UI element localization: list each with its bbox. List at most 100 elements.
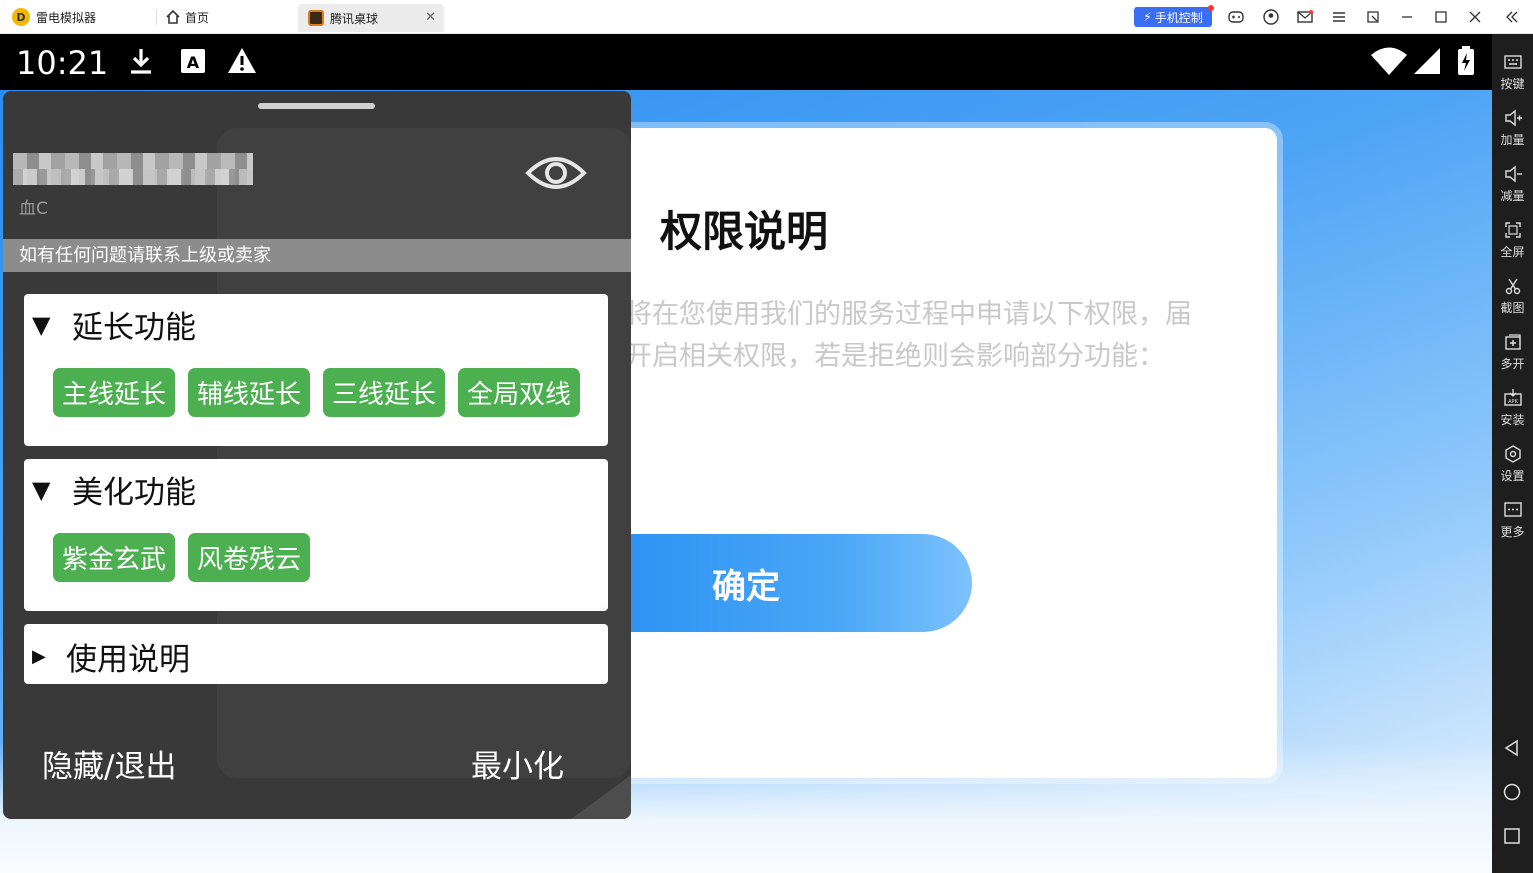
minimize-icon[interactable] [1398, 8, 1416, 26]
status-time: 10:21 [16, 44, 109, 82]
section-beautify: ▼ 美化功能 紫金玄武 风卷残云 [24, 459, 608, 611]
chip-global-double-line[interactable]: 全局双线 [458, 368, 581, 417]
font-a-icon: A [181, 49, 205, 73]
drag-handle[interactable] [258, 103, 375, 109]
emulator-sidebar: 按键 加量 减量 全屏 截图 多开 APK 安装 设置 更多 [1492, 34, 1533, 873]
wifi-icon [1371, 47, 1407, 75]
volume-down-icon [1504, 165, 1522, 183]
section-beautify-header[interactable]: ▼ 美化功能 [32, 467, 196, 512]
close-window-icon[interactable] [1466, 8, 1484, 26]
restore-window-icon[interactable] [1364, 8, 1382, 26]
tab-divider [156, 9, 157, 25]
dialog-title: 权限说明 [660, 207, 829, 256]
sidebar-item-fullscreen[interactable]: 全屏 [1492, 214, 1533, 264]
pixelated-subtitle [13, 169, 253, 185]
nav-recents-icon[interactable] [1502, 826, 1522, 846]
extend-chip-row: 主线延长 辅线延长 三线延长 全局双线 [53, 368, 581, 417]
section-extend-title: 延长功能 [72, 310, 196, 346]
fullscreen-icon [1504, 222, 1521, 238]
lightning-icon: ⚡ [1143, 10, 1152, 24]
resize-corner[interactable] [571, 775, 631, 819]
notification-dot [1208, 5, 1214, 11]
svg-text:A: A [187, 53, 200, 72]
dialog-text-line2: 开启相关权限，若是拒绝则会影响部分功能： [625, 341, 1165, 372]
tab-active-label: 腾讯桌球 [330, 11, 379, 26]
sidebar-label: 更多 [1500, 525, 1525, 539]
chip-aux-line-extend[interactable]: 辅线延长 [188, 368, 311, 417]
tab-tencent-billiards[interactable]: 腾讯桌球 ✕ [298, 4, 444, 32]
minimize-button[interactable]: 最小化 [471, 741, 564, 786]
warning-icon [228, 48, 256, 73]
ldplayer-logo-icon: D [12, 8, 30, 26]
section-extend: ▼ 延长功能 主线延长 辅线延长 三线延长 全局双线 [24, 294, 608, 446]
gear-icon [1504, 445, 1521, 463]
sidebar-label: 全屏 [1500, 245, 1525, 259]
expanded-arrow-icon: ▼ [32, 475, 51, 504]
home-icon [166, 10, 180, 24]
support-notice: 如有任何问题请联系上级或卖家 [3, 239, 631, 272]
billiards-app-icon [308, 10, 324, 26]
blood-label: 血C [19, 199, 48, 219]
sidebar-label: 多开 [1500, 357, 1525, 371]
apk-install-icon: APK [1503, 389, 1522, 406]
tab-home-label: 首页 [185, 10, 210, 25]
section-instructions-header[interactable]: ▶ 使用说明 [32, 634, 190, 679]
mail-icon[interactable] [1296, 8, 1314, 26]
svg-text:APK: APK [1508, 399, 1518, 405]
chip-purple-gold[interactable]: 紫金玄武 [53, 533, 176, 582]
volume-up-icon [1504, 109, 1522, 127]
phone-control-button[interactable]: ⚡ 手机控制 [1134, 5, 1214, 27]
close-tab-icon[interactable]: ✕ [425, 10, 436, 25]
chip-triple-line-extend[interactable]: 三线延长 [323, 368, 446, 417]
section-beautify-title: 美化功能 [72, 475, 196, 511]
sidebar-label: 截图 [1500, 301, 1525, 315]
chip-whirlwind[interactable]: 风卷残云 [188, 533, 311, 582]
user-icon[interactable] [1262, 8, 1280, 26]
eye-icon[interactable] [525, 147, 587, 199]
sidebar-item-volume-up[interactable]: 加量 [1492, 102, 1533, 152]
tab-home[interactable]: 首页 [166, 7, 209, 27]
maximize-icon[interactable] [1432, 8, 1450, 26]
sidebar-item-more[interactable]: 更多 [1492, 494, 1533, 544]
sidebar-item-multi[interactable]: 多开 [1492, 326, 1533, 376]
sidebar-label: 减量 [1500, 189, 1525, 203]
menu-icon[interactable] [1330, 8, 1348, 26]
sidebar-item-settings[interactable]: 设置 [1492, 438, 1533, 488]
sidebar-label: 设置 [1500, 469, 1525, 483]
cell-signal-icon [1414, 48, 1440, 74]
collapsed-arrow-icon: ▶ [32, 646, 46, 667]
window-titlebar: D 雷电模拟器 首页 腾讯桌球 ✕ ⚡ 手机控制 [0, 0, 1533, 34]
sidebar-item-volume-down[interactable]: 减量 [1492, 158, 1533, 208]
beautify-chip-row: 紫金玄武 风卷残云 [53, 533, 311, 582]
sidebar-item-screenshot[interactable]: 截图 [1492, 270, 1533, 320]
keyboard-icon [1503, 55, 1522, 69]
gamepad-icon[interactable] [1227, 8, 1245, 26]
collapse-sidebar-icon[interactable] [1503, 8, 1521, 26]
section-instructions[interactable]: ▶ 使用说明 [24, 624, 608, 684]
sidebar-label: 安装 [1500, 413, 1525, 427]
android-status-bar: 10:21 A [0, 34, 1492, 90]
dialog-text-line1: 将在您使用我们的服务过程中申请以下权限，届 [625, 299, 1192, 330]
download-icon [131, 49, 151, 74]
nav-home-icon[interactable] [1502, 782, 1522, 802]
expanded-arrow-icon: ▼ [32, 310, 51, 339]
section-extend-header[interactable]: ▼ 延长功能 [32, 302, 196, 347]
sidebar-item-keys[interactable]: 按键 [1492, 46, 1533, 96]
chip-main-line-extend[interactable]: 主线延长 [53, 368, 176, 417]
sidebar-item-install[interactable]: APK 安装 [1492, 382, 1533, 432]
scissors-icon [1505, 278, 1520, 295]
app-name: 雷电模拟器 [36, 10, 97, 25]
battery-charging-icon [1458, 46, 1474, 75]
sidebar-label: 加量 [1500, 133, 1525, 147]
sidebar-label: 按键 [1500, 77, 1525, 91]
phone-control-label: 手机控制 [1154, 10, 1203, 25]
hide-exit-button[interactable]: 隐藏/退出 [42, 741, 176, 786]
confirm-label: 确定 [712, 566, 780, 607]
nav-back-icon[interactable] [1502, 738, 1522, 758]
permission-dialog [520, 128, 1277, 778]
multi-instance-icon [1504, 334, 1521, 350]
mod-menu-panel[interactable]: 血C 如有任何问题请联系上级或卖家 ▼ 延长功能 主线延长 辅线延长 三线延长 … [3, 91, 631, 819]
section-instructions-title: 使用说明 [66, 642, 190, 678]
more-icon [1503, 502, 1522, 517]
app-title: D 雷电模拟器 [12, 7, 96, 27]
